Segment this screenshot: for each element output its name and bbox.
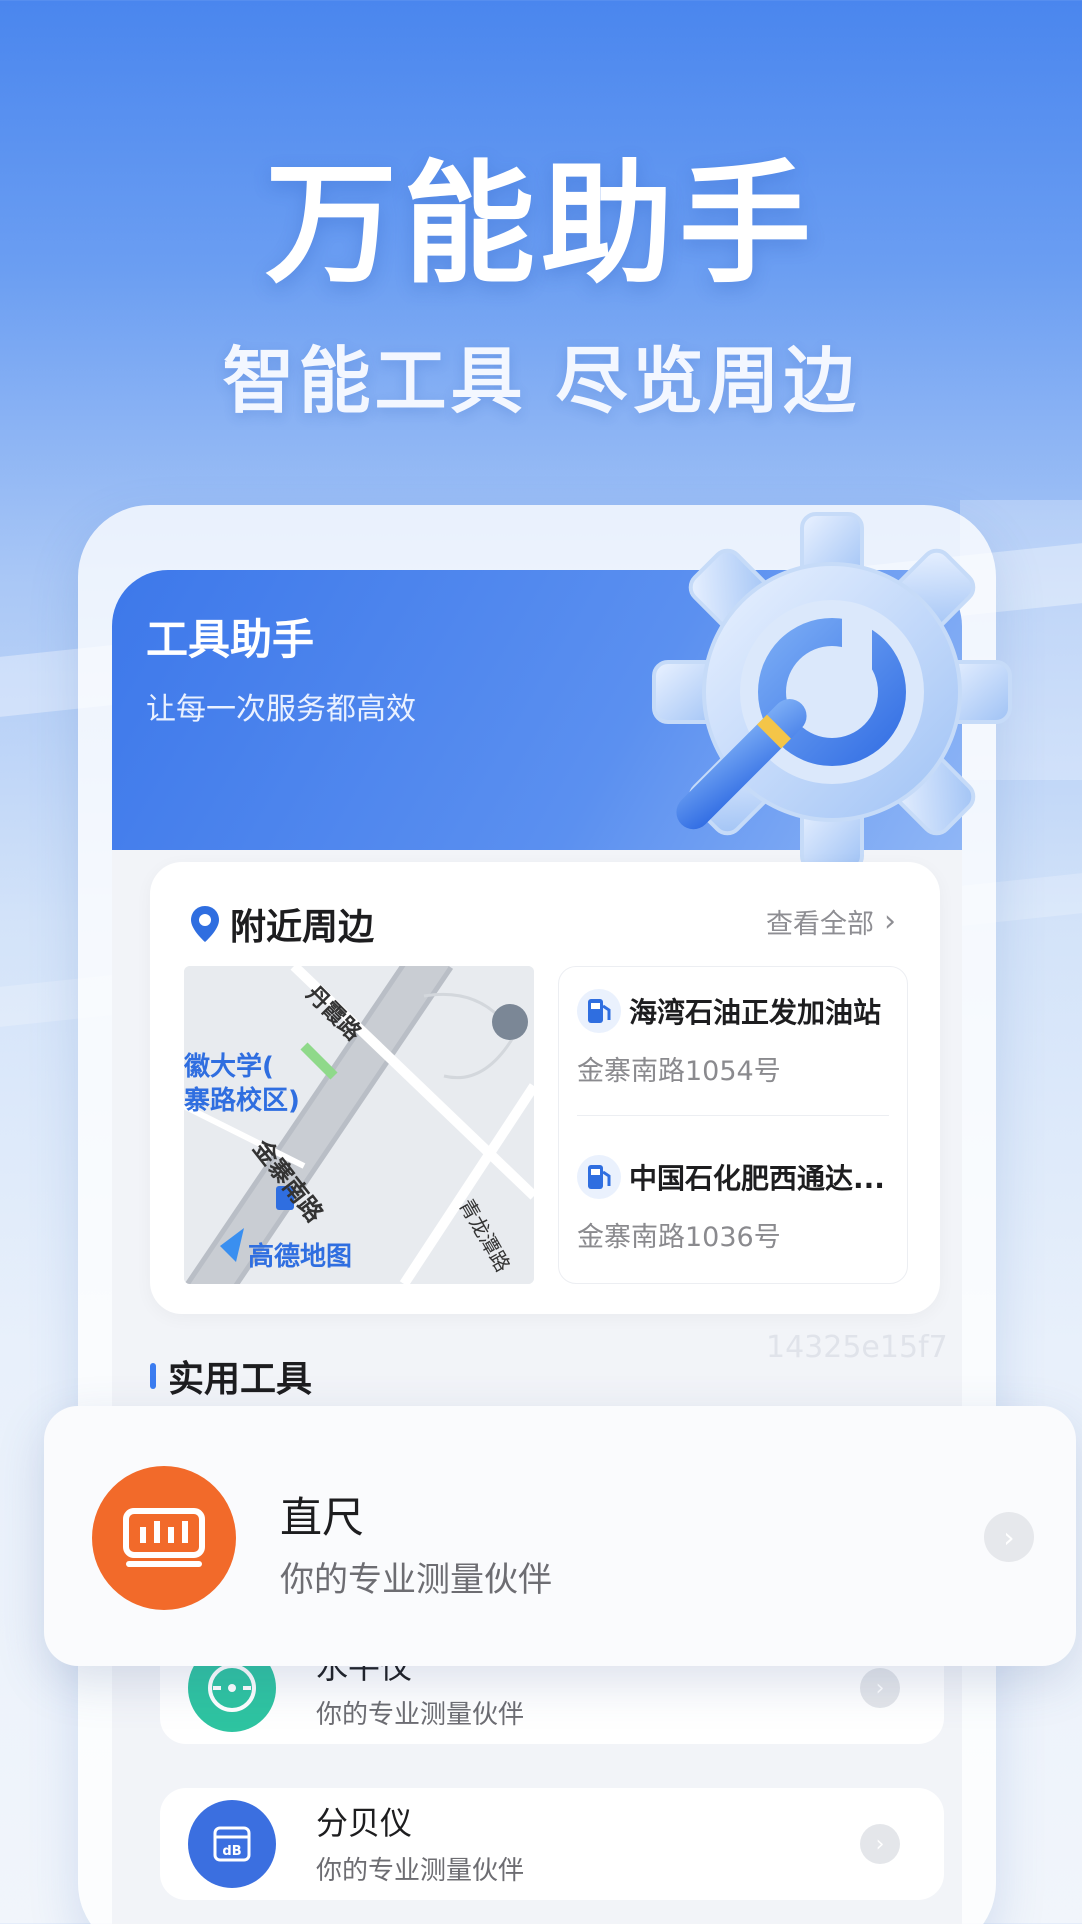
tool-description: 你的专业测量伙伴 xyxy=(316,1700,525,1730)
watermark-text: 14325e15f7 xyxy=(766,1330,948,1365)
view-all-label: 查看全部 xyxy=(766,909,874,940)
tool-name: 直尺 xyxy=(280,1493,365,1542)
tool-name: 分贝仪 xyxy=(316,1804,413,1842)
svg-text:dB: dB xyxy=(222,1844,241,1859)
view-all-link[interactable]: 查看全部 › xyxy=(766,902,896,941)
nearby-header: 附近周边 xyxy=(188,898,374,950)
station-name: 海湾石油正发加油站 xyxy=(629,996,882,1029)
fuel-pump-icon xyxy=(577,1155,621,1199)
tool-row-ruler-highlight[interactable]: 直尺 你的专业测量伙伴 › xyxy=(44,1406,1076,1666)
app-subtitle: 让每一次服务都高效 xyxy=(146,692,416,727)
decibel-icon: dB xyxy=(188,1800,276,1888)
divider xyxy=(577,1115,889,1116)
tool-description: 你的专业测量伙伴 xyxy=(280,1560,552,1600)
tool-description: 你的专业测量伙伴 xyxy=(316,1856,525,1886)
station-list: 海湾石油正发加油站 金寨南路1054号 中国石化肥西通达... 金寨南路1036… xyxy=(558,966,908,1284)
app-title: 工具助手 xyxy=(146,615,315,664)
nearby-card: 附近周边 查看全部 › 丹霞路 徽大学( 寨路校区) 金寨南路 青龙潭路 高德地… xyxy=(150,862,940,1314)
map-brand-label: 高德地图 xyxy=(248,1242,353,1272)
station-address: 金寨南路1036号 xyxy=(577,1222,781,1253)
chevron-right-icon: › xyxy=(884,904,896,939)
ruler-icon xyxy=(92,1466,236,1610)
station-item[interactable]: 海湾石油正发加油站 金寨南路1054号 xyxy=(577,989,897,1088)
tools-section-heading: 实用工具 xyxy=(150,1350,312,1402)
fuel-pump-icon xyxy=(577,989,621,1033)
chevron-right-icon[interactable]: › xyxy=(860,1824,900,1864)
map-label-university: 徽大学( xyxy=(184,1052,274,1082)
tools-title: 实用工具 xyxy=(168,1359,313,1400)
hero-title: 万能助手 xyxy=(265,148,817,302)
map-label-campus: 寨路校区) xyxy=(184,1086,300,1116)
hero-subtitle: 智能工具 尽览周边 xyxy=(222,339,860,423)
nearby-title: 附近周边 xyxy=(230,907,375,948)
tool-row-decibel[interactable]: dB 分贝仪 你的专业测量伙伴 › xyxy=(160,1788,944,1900)
station-name: 中国石化肥西通达... xyxy=(629,1162,885,1195)
map-view[interactable]: 丹霞路 徽大学( 寨路校区) 金寨南路 青龙潭路 高德地图 xyxy=(184,966,534,1284)
chevron-right-icon[interactable]: › xyxy=(984,1512,1034,1562)
station-item[interactable]: 中国石化肥西通达... 金寨南路1036号 xyxy=(577,1155,897,1254)
chevron-right-icon[interactable]: › xyxy=(860,1668,900,1708)
station-address: 金寨南路1054号 xyxy=(577,1056,781,1087)
location-pin-icon xyxy=(191,906,219,942)
gear-wrench-icon xyxy=(652,512,1012,872)
heading-accent-bar xyxy=(150,1363,156,1389)
